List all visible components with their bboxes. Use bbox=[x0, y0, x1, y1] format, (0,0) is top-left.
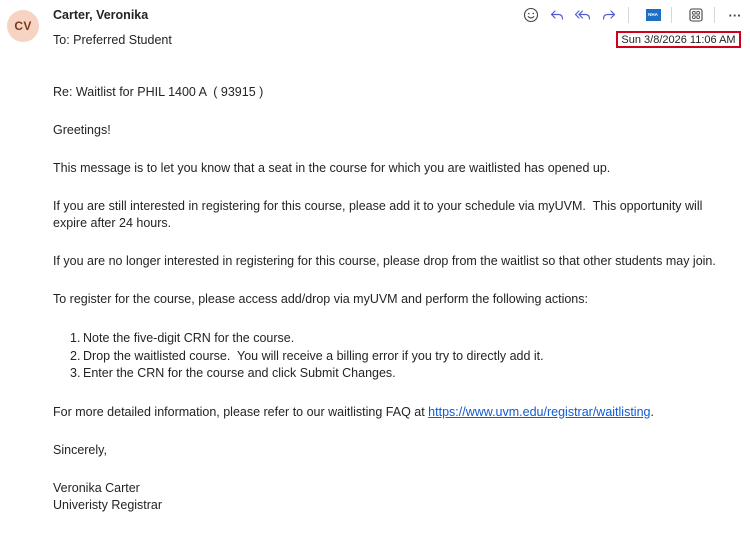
step-number: 3. bbox=[70, 366, 81, 380]
to-prefix: To: bbox=[53, 33, 70, 47]
to-line: To: Preferred Student bbox=[53, 33, 172, 47]
signature-name: Veronika Carter bbox=[53, 480, 140, 495]
sender-name[interactable]: Carter, Veronika bbox=[53, 8, 148, 22]
emoji-icon[interactable] bbox=[520, 4, 542, 26]
faq-link[interactable]: https://www.uvm.edu/registrar/waitlistin… bbox=[428, 405, 650, 419]
step-text: Note the five-digit CRN for the course. bbox=[83, 331, 295, 345]
step-text: Drop the waitlisted course. You will rec… bbox=[83, 348, 544, 363]
signature-title: Univeristy Registrar bbox=[53, 498, 163, 512]
list-item: 3. Enter the CRN for the course and click… bbox=[53, 365, 738, 383]
to-recipient[interactable]: Preferred Student bbox=[73, 33, 172, 47]
step-text: Enter the CRN for the course and click S… bbox=[83, 366, 396, 380]
steps-list: 1. Note the five-digit CRN for the course… bbox=[53, 330, 738, 383]
faq-suffix: . bbox=[650, 404, 654, 419]
reply-all-icon[interactable] bbox=[572, 4, 594, 26]
step-number: 1. bbox=[70, 331, 81, 345]
paragraph-seat-opened: This message is to let you know that a s… bbox=[53, 161, 611, 175]
signature: Veronika Carter Univeristy Registrar bbox=[53, 480, 738, 515]
list-item: 2. Drop the waitlisted course. You will r… bbox=[53, 348, 738, 366]
faq-prefix: For more detailed information, please re… bbox=[53, 404, 429, 419]
closing: Sincerely, bbox=[53, 442, 107, 457]
paragraph-register: If you are still interested in registeri… bbox=[53, 199, 706, 230]
subject-line: Re: Waitlist for PHIL 1400 A ( 93915 ) bbox=[53, 85, 264, 99]
apps-grid-icon[interactable] bbox=[685, 4, 707, 26]
toolbar-divider bbox=[714, 7, 715, 23]
more-options-icon[interactable]: ··· bbox=[724, 4, 746, 26]
step-number: 2. bbox=[70, 348, 81, 363]
message-body: Re: Waitlist for PHIL 1400 A ( 93915 ) G… bbox=[53, 84, 738, 515]
paragraph-instructions: To register for the course, please acces… bbox=[53, 292, 588, 306]
paragraph-drop: If you are no longer interested in regis… bbox=[53, 254, 716, 268]
nha-app-icon[interactable]: NHA bbox=[642, 4, 664, 26]
message-toolbar: NHA ··· bbox=[518, 4, 748, 26]
reply-icon[interactable] bbox=[546, 4, 568, 26]
nha-app-label: NHA bbox=[645, 9, 661, 21]
greeting: Greetings! bbox=[53, 123, 111, 137]
sender-avatar[interactable]: CV bbox=[7, 10, 39, 42]
list-item: 1. Note the five-digit CRN for the course… bbox=[53, 330, 738, 348]
toolbar-divider bbox=[628, 7, 629, 23]
toolbar-divider bbox=[671, 7, 672, 23]
forward-icon[interactable] bbox=[598, 4, 620, 26]
message-date: Sun 3/8/2026 11:06 AM bbox=[616, 31, 741, 48]
paragraph-faq: For more detailed information, please re… bbox=[53, 404, 738, 421]
